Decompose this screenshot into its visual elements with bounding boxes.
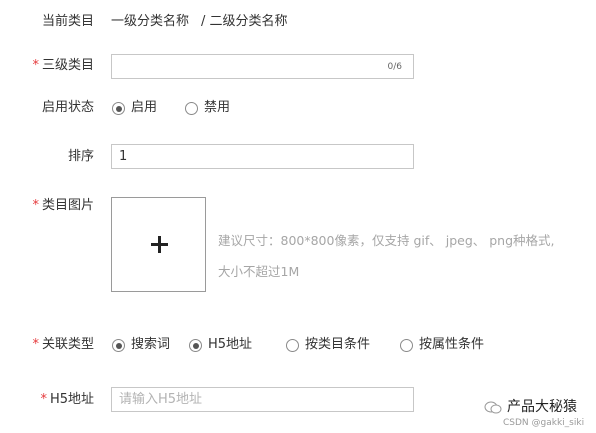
wechat-icon bbox=[484, 401, 502, 414]
required-mark: * bbox=[32, 58, 39, 73]
radio-h5-url[interactable] bbox=[189, 339, 202, 352]
image-label: * 类目图片 bbox=[32, 198, 94, 213]
required-mark: * bbox=[32, 198, 39, 213]
status-label: 启用状态 bbox=[41, 100, 94, 115]
radio-by-category[interactable] bbox=[286, 339, 299, 352]
image-upload-box[interactable] bbox=[111, 197, 206, 292]
image-hint-line2: 大小不超过1M bbox=[218, 264, 300, 279]
radio-enabled-label[interactable]: 启用 bbox=[131, 100, 157, 116]
radio-by-attribute-label[interactable]: 按属性条件 bbox=[419, 337, 484, 353]
current-category-level2: / 二级分类名称 bbox=[201, 14, 288, 29]
h5-url-label: * H5地址 bbox=[40, 392, 94, 407]
radio-h5-url-label[interactable]: H5地址 bbox=[208, 337, 252, 353]
required-mark: * bbox=[32, 337, 39, 352]
radio-enabled[interactable] bbox=[112, 102, 125, 115]
char-counter: 0/6 bbox=[387, 62, 402, 72]
sort-input[interactable]: 1 bbox=[111, 144, 414, 169]
watermark-title: 产品大秘猿 bbox=[507, 399, 577, 415]
radio-disabled[interactable] bbox=[185, 102, 198, 115]
image-hint-line1: 建议尺寸：800*800像素，仅支持 gif、 jpeg、 png种格式, bbox=[218, 233, 555, 248]
radio-by-attribute[interactable] bbox=[400, 339, 413, 352]
radio-by-category-label[interactable]: 按类目条件 bbox=[305, 337, 370, 353]
sort-label: 排序 bbox=[67, 149, 94, 164]
required-mark: * bbox=[40, 392, 47, 407]
level3-category-input[interactable]: 0/6 bbox=[111, 54, 414, 79]
link-type-label: * 关联类型 bbox=[32, 337, 94, 352]
current-category-label: 当前类目 bbox=[41, 14, 94, 29]
h5-url-placeholder: 请输入H5地址 bbox=[119, 392, 203, 407]
current-category-level1: 一级分类名称 bbox=[111, 14, 190, 29]
radio-search-term[interactable] bbox=[112, 339, 125, 352]
radio-search-term-label[interactable]: 搜索词 bbox=[131, 337, 170, 353]
level3-category-label: * 三级类目 bbox=[32, 58, 94, 73]
watermark-sub: CSDN @gakki_siki bbox=[503, 418, 585, 428]
h5-url-input[interactable]: 请输入H5地址 bbox=[111, 387, 414, 412]
sort-value: 1 bbox=[119, 149, 128, 164]
radio-disabled-label[interactable]: 禁用 bbox=[204, 100, 230, 116]
